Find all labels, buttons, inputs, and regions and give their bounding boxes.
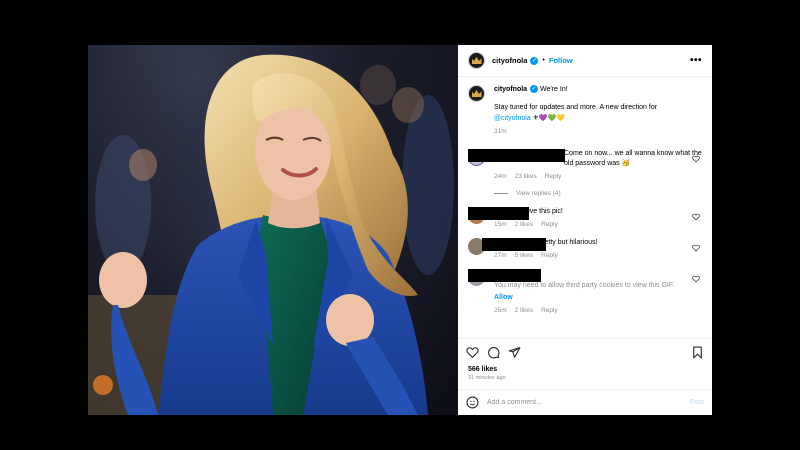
comment-likes[interactable]: 5 likes — [515, 251, 533, 261]
like-comment-heart-icon[interactable] — [692, 213, 700, 221]
reply-button[interactable]: Reply — [545, 172, 562, 182]
view-replies-line — [494, 193, 508, 194]
comment-item: Come on now... we all wanna know what th… — [468, 149, 702, 182]
redacted-username — [482, 238, 546, 251]
reply-button[interactable]: Reply — [541, 251, 558, 261]
separator-dot: • — [542, 57, 545, 64]
comment-meta: 24m 23 likes Reply — [494, 172, 702, 182]
bookmark-icon[interactable] — [691, 346, 704, 359]
emoji-smiley-icon[interactable] — [466, 396, 479, 409]
screen: cityofnola ✓ • Follow ••• cityofnola ✓ We… — [0, 0, 800, 450]
comment-likes[interactable]: 23 likes — [515, 172, 537, 182]
comment-item: o Petty but hilarious! 27m 5 likes Reply — [468, 238, 702, 261]
comment-likes[interactable]: 2 likes — [515, 220, 533, 230]
redacted-username — [468, 149, 565, 162]
avatar[interactable] — [468, 85, 485, 102]
verified-icon: ✓ — [530, 56, 539, 65]
redacted-username — [468, 207, 529, 220]
view-replies-button[interactable]: View replies (4) — [494, 190, 702, 197]
caption-meta: 31m — [494, 127, 702, 137]
like-comment-heart-icon[interactable] — [692, 275, 700, 283]
header-username[interactable]: cityofnola — [492, 56, 527, 65]
crown-icon — [471, 90, 482, 97]
view-replies-label: View replies (4) — [516, 190, 561, 197]
post-side-panel: cityofnola ✓ • Follow ••• cityofnola ✓ We… — [458, 45, 712, 415]
caption-body: cityofnola ✓ We're In! Stay tuned for upd… — [494, 85, 702, 137]
crown-icon — [471, 57, 482, 64]
comments-list[interactable]: cityofnola ✓ We're In! Stay tuned for upd… — [458, 77, 712, 338]
comment-meta: 25m 2 likes Reply — [494, 306, 702, 316]
comment-likes[interactable]: 2 likes — [515, 306, 533, 316]
instagram-post-modal: cityofnola ✓ • Follow ••• cityofnola ✓ We… — [88, 45, 712, 415]
comment-time: 24m — [494, 173, 507, 180]
comment-bubble-icon[interactable] — [487, 346, 500, 359]
like-heart-icon[interactable] — [466, 346, 479, 359]
comment-time: 15m — [494, 221, 507, 228]
gif-cookie-note: You may need to allow third party cookie… — [494, 282, 675, 289]
post-timestamp: 31 minutes ago — [468, 375, 506, 381]
comment-time: 27m — [494, 252, 507, 259]
comment-input[interactable] — [487, 399, 690, 406]
caption-title: We're In! — [540, 86, 568, 93]
caption-emojis: ⚜💜💚💛 — [532, 114, 566, 122]
allow-button[interactable]: Allow — [494, 293, 702, 303]
post-comment-button[interactable]: Post — [690, 399, 704, 406]
comment-meta: 27m 5 likes Reply — [494, 251, 702, 261]
post-header: cityofnola ✓ • Follow ••• — [458, 45, 712, 77]
caption-username[interactable]: cityofnola — [494, 86, 527, 93]
comment-meta: 15m 2 likes Reply — [494, 220, 702, 230]
caption: cityofnola ✓ We're In! Stay tuned for upd… — [468, 85, 702, 137]
post-photo[interactable] — [88, 45, 458, 415]
reply-button[interactable]: Reply — [541, 220, 558, 230]
follow-button[interactable]: Follow — [549, 56, 573, 65]
redacted-username — [468, 269, 541, 282]
comment-time: 25m — [494, 307, 507, 314]
caption-text: Stay tuned for updates and more. A new d… — [494, 104, 658, 111]
verified-icon: ✓ — [530, 85, 539, 94]
share-send-icon[interactable] — [508, 346, 521, 359]
like-comment-heart-icon[interactable] — [692, 244, 700, 252]
reply-button[interactable]: Reply — [541, 306, 558, 316]
likes-count[interactable]: 566 likes — [458, 366, 712, 373]
more-horizontal-icon[interactable]: ••• — [690, 55, 702, 66]
comment-item: Love this pic! 15m 2 likes Reply — [468, 207, 702, 230]
post-actions — [458, 338, 712, 366]
avatar[interactable] — [468, 52, 485, 69]
like-comment-heart-icon[interactable] — [692, 155, 700, 163]
add-comment-bar: Post — [458, 389, 712, 415]
caption-mention[interactable]: @cityofnola — [494, 115, 531, 122]
caption-time: 31m — [494, 128, 507, 135]
comment-item: You may need to allow third party cookie… — [468, 269, 702, 316]
photo-illustration — [88, 45, 458, 415]
